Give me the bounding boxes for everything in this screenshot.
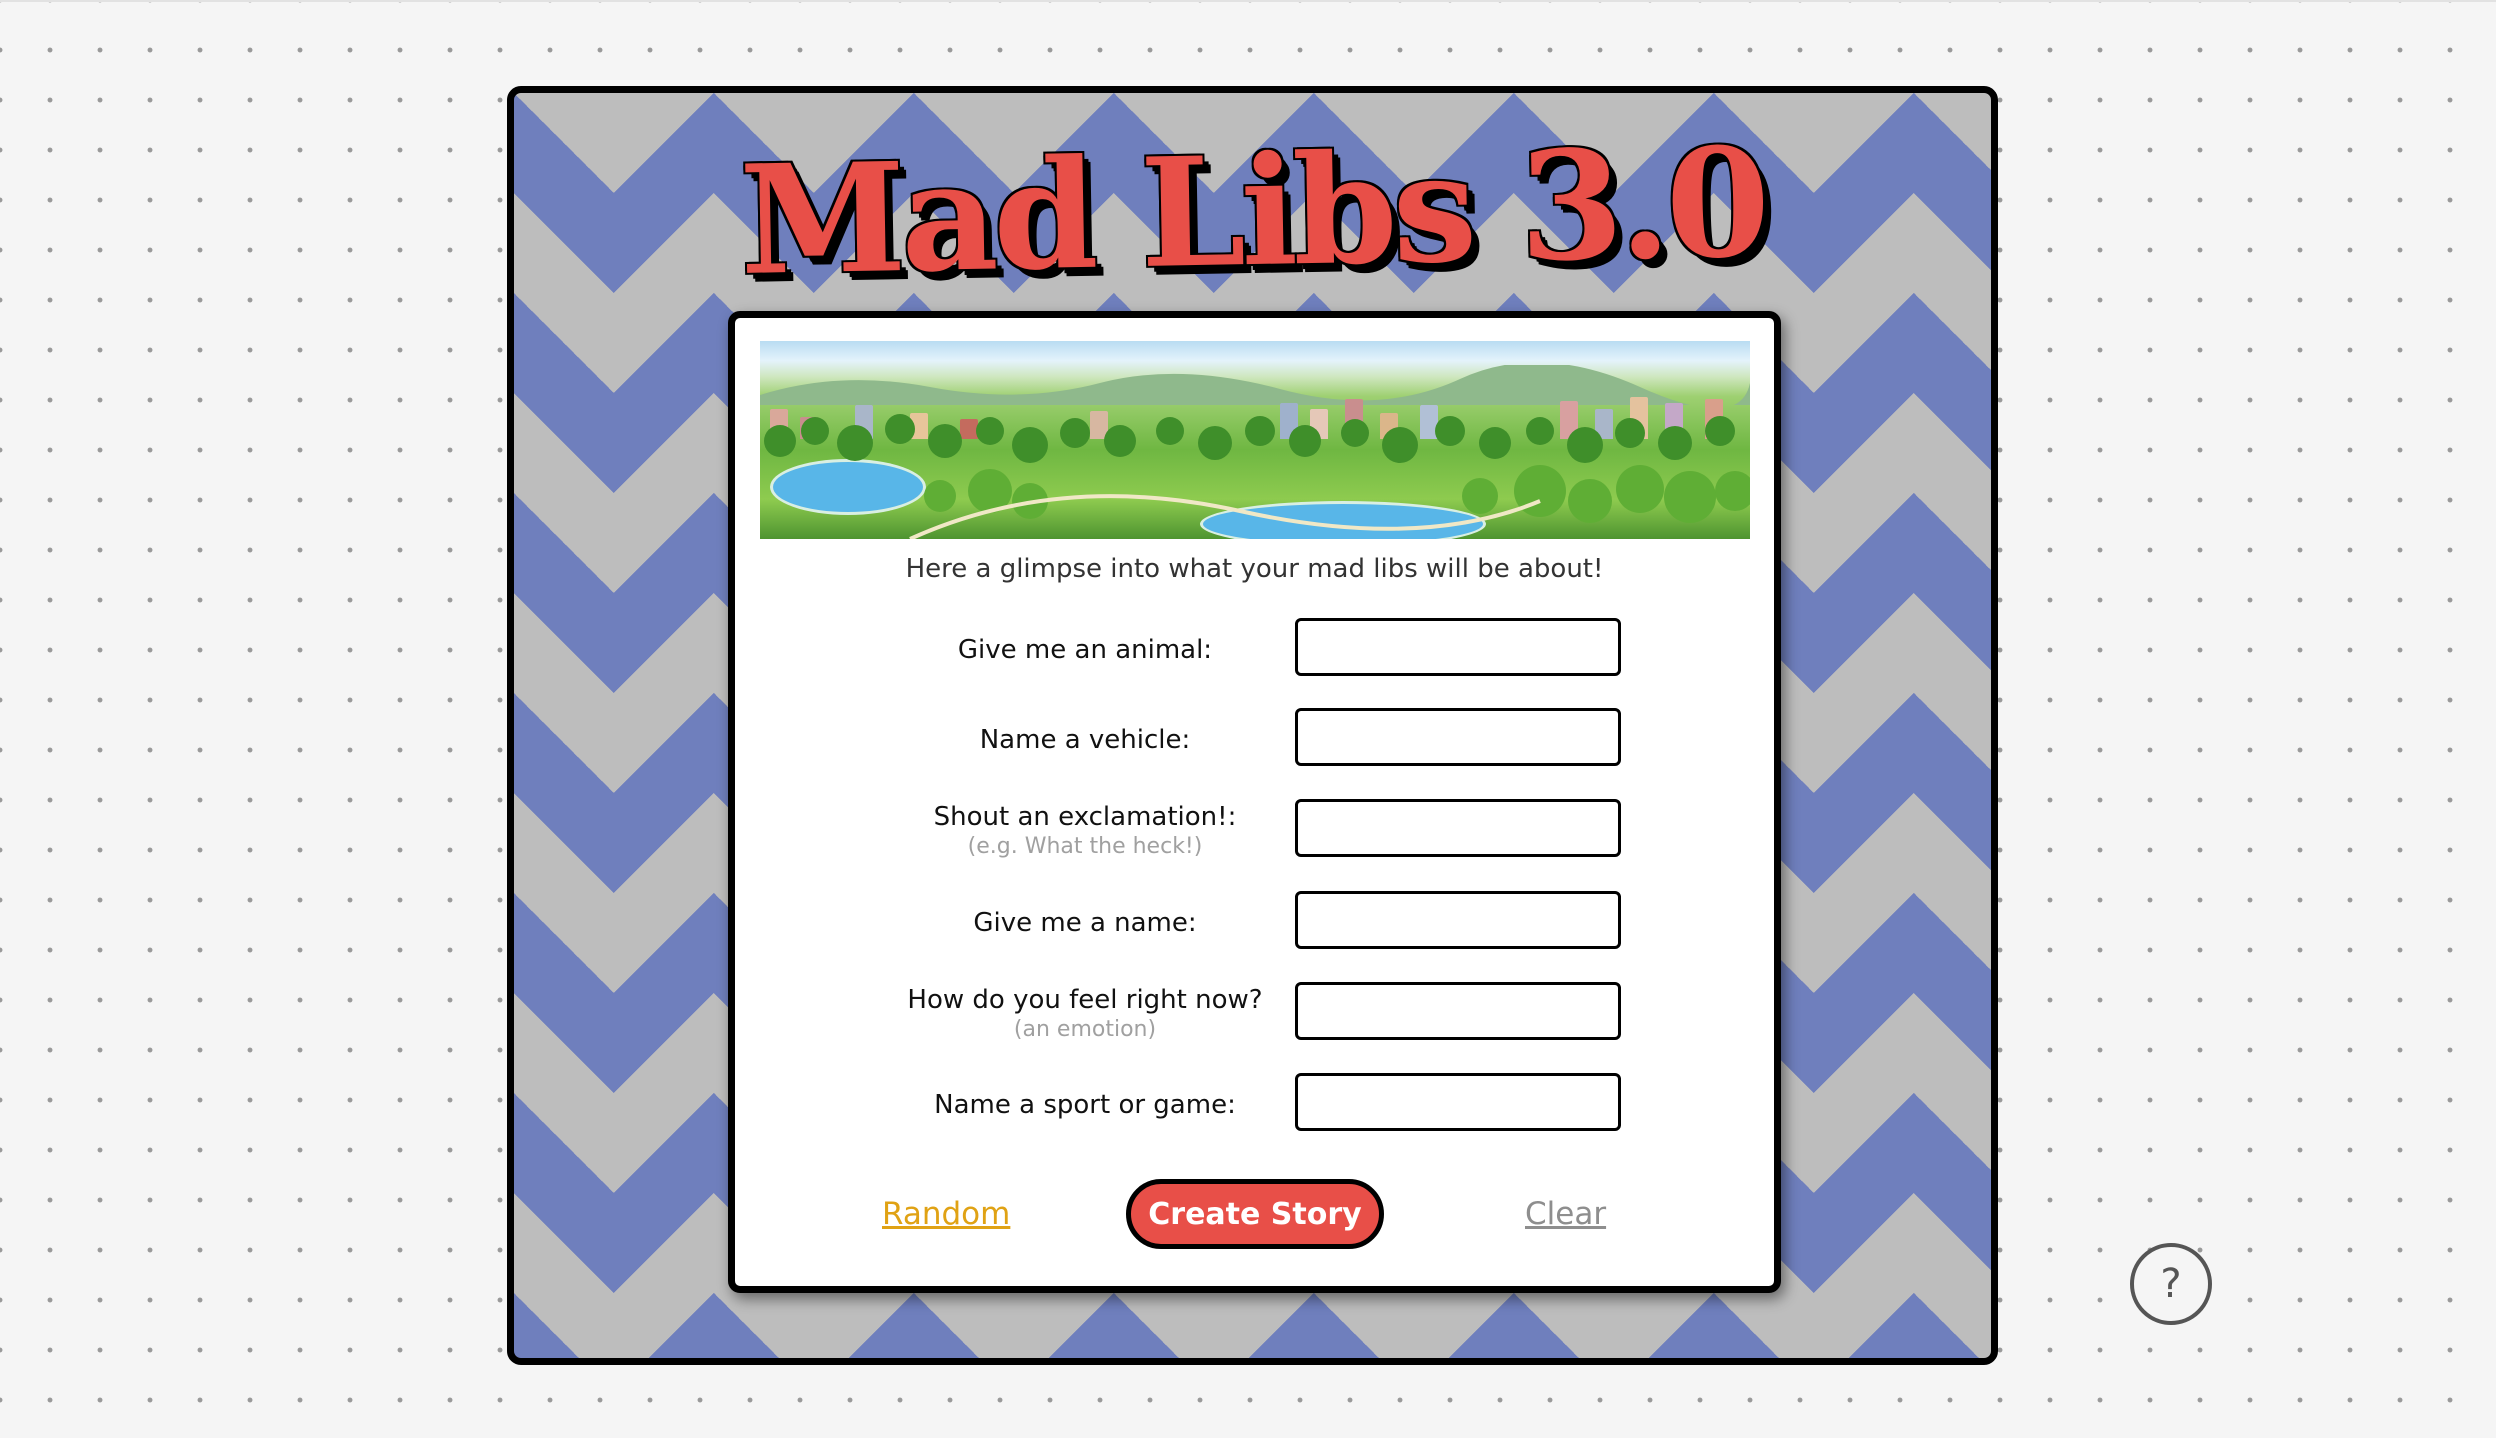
field-label: Shout an exclamation!: <box>933 802 1237 832</box>
top-divider <box>0 0 2496 2</box>
field-label: How do you feel right now? <box>907 985 1263 1015</box>
vehicle-input[interactable] <box>1295 708 1621 766</box>
create-story-button[interactable]: Create Story <box>1126 1179 1384 1249</box>
form-row-exclamation: Shout an exclamation!: (e.g. What the he… <box>735 799 1774 863</box>
chevron-frame: Mad Libs 3.0 Here a glimpse into what yo… <box>507 86 1998 1365</box>
question-mark-icon: ? <box>2160 1261 2182 1307</box>
form-row-sport: Name a sport or game: <box>735 1073 1774 1137</box>
exclamation-input[interactable] <box>1295 799 1621 857</box>
form-row-vehicle: Name a vehicle: <box>735 708 1774 772</box>
animal-input[interactable] <box>1295 618 1621 676</box>
trees-graphic <box>764 414 1750 539</box>
name-input[interactable] <box>1295 891 1621 949</box>
page-title: Mad Libs 3.0 <box>738 115 1767 309</box>
field-label: Give me an animal: <box>957 635 1213 665</box>
form-row-name: Give me a name: <box>735 891 1774 955</box>
form-row-animal: Give me an animal: <box>735 618 1774 682</box>
form-row-emotion: How do you feel right now? (an emotion) <box>735 982 1774 1046</box>
field-hint: (e.g. What the heck!) <box>967 834 1203 859</box>
field-hint: (an emotion) <box>1013 1017 1157 1042</box>
field-label: Name a vehicle: <box>979 725 1191 755</box>
random-button[interactable]: Random <box>882 1196 1010 1232</box>
park-banner-image <box>760 341 1750 539</box>
emotion-input[interactable] <box>1295 982 1621 1040</box>
mad-libs-card: Here a glimpse into what your mad libs w… <box>728 311 1781 1293</box>
field-label: Give me a name: <box>973 908 1197 938</box>
help-button[interactable]: ? <box>2130 1243 2212 1325</box>
field-label: Name a sport or game: <box>934 1090 1236 1120</box>
intro-text: Here a glimpse into what your mad libs w… <box>905 554 1604 584</box>
clear-button[interactable]: Clear <box>1525 1196 1606 1232</box>
sport-input[interactable] <box>1295 1073 1621 1131</box>
